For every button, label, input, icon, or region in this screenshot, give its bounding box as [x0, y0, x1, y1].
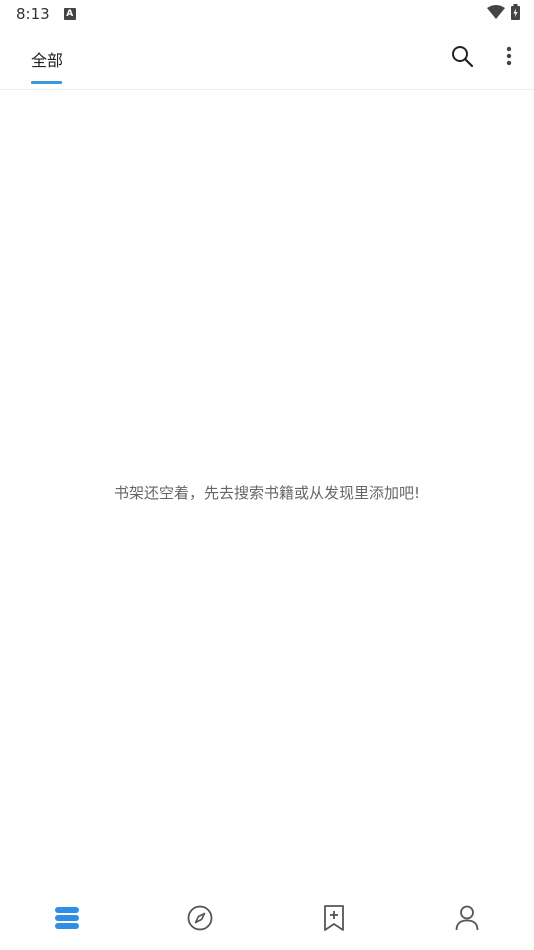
search-icon — [451, 45, 474, 71]
person-icon — [455, 905, 479, 935]
compass-icon — [187, 905, 213, 935]
bookshelf-icon — [54, 906, 80, 934]
more-vert-icon — [506, 46, 512, 70]
nav-item-bookshelf[interactable] — [37, 890, 97, 950]
bookmark-add-icon — [323, 905, 345, 935]
status-left: 8:13 A — [16, 5, 76, 23]
battery-charging-icon — [511, 4, 520, 24]
search-button[interactable] — [446, 42, 478, 74]
bottom-navigation — [0, 890, 534, 950]
notification-badge-icon: A — [63, 8, 76, 20]
more-options-button[interactable] — [493, 42, 525, 74]
nav-item-profile[interactable] — [437, 890, 497, 950]
status-right — [487, 4, 520, 24]
app-bar: 全部 — [0, 28, 534, 90]
status-time: 8:13 — [16, 5, 50, 23]
nav-item-discover[interactable] — [170, 890, 230, 950]
empty-bookshelf-message: 书架还空着，先去搜索书籍或从发现里添加吧! — [113, 484, 420, 502]
nav-item-bookmark[interactable] — [304, 890, 364, 950]
wifi-icon — [487, 5, 505, 23]
tab-indicator — [31, 81, 62, 84]
status-bar: 8:13 A — [0, 0, 534, 28]
